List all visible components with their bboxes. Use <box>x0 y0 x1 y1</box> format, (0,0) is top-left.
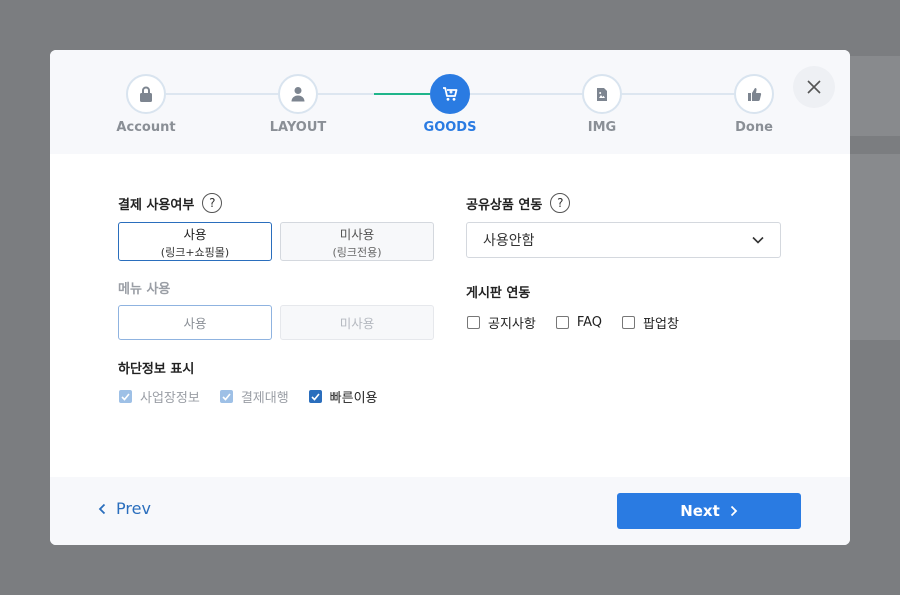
checkbox[interactable] <box>467 316 480 329</box>
check-icon <box>121 392 130 401</box>
next-button[interactable]: Next <box>617 493 801 529</box>
step-goods[interactable]: GOODS <box>400 74 500 135</box>
close-button[interactable] <box>793 66 835 108</box>
check-icon <box>311 392 320 401</box>
background-panel <box>850 56 900 136</box>
step-done[interactable]: Done <box>704 74 804 135</box>
board-checks: 공지사항 FAQ 팝업창 <box>467 313 699 332</box>
footer-info-checks: 사업장정보 결제대행 빠른이용 <box>119 387 398 406</box>
checkbox-quick-use[interactable]: 빠른이용 <box>308 387 378 406</box>
checkbox-faq[interactable]: FAQ <box>555 315 602 330</box>
check-icon <box>222 392 231 401</box>
lock-icon <box>126 74 166 114</box>
step-layout[interactable]: LAYOUT <box>248 74 348 135</box>
user-icon <box>278 74 318 114</box>
payment-label: 결제 사용여부 ? <box>118 193 223 213</box>
step-label: LAYOUT <box>269 120 327 135</box>
checkbox-business-info[interactable]: 사업장정보 <box>119 387 200 406</box>
chevron-down-icon <box>752 236 764 244</box>
step-account[interactable]: Account <box>96 74 196 135</box>
checkbox[interactable] <box>219 390 233 403</box>
checkbox-payment-agent[interactable]: 결제대행 <box>219 387 289 406</box>
menu-label: 메뉴 사용 <box>118 282 171 297</box>
chevron-right-icon <box>730 505 738 517</box>
step-label: Done <box>735 120 773 135</box>
payment-use-button[interactable]: 사용 (링크+쇼핑몰) <box>118 222 272 261</box>
prev-button[interactable]: Prev <box>98 499 151 518</box>
checkbox[interactable] <box>308 390 322 403</box>
checkbox[interactable] <box>555 316 569 329</box>
step-label: GOODS <box>423 120 477 135</box>
image-file-icon <box>582 74 622 114</box>
thumbs-up-icon <box>734 74 774 114</box>
board-label: 게시판 연동 <box>466 286 531 301</box>
help-icon[interactable]: ? <box>202 193 223 213</box>
cart-icon <box>430 74 470 114</box>
wizard-header: Account LAYOUT GOODS IMG Done <box>50 50 850 154</box>
shared-goods-select[interactable]: 사용안함 <box>466 222 781 258</box>
payment-unused-button[interactable]: 미사용 (링크전용) <box>280 222 434 261</box>
step-label: IMG <box>587 120 617 135</box>
checkbox[interactable] <box>119 390 132 403</box>
help-icon[interactable]: ? <box>550 193 571 213</box>
menu-unused-button[interactable]: 미사용 <box>280 305 434 340</box>
footer-info-label: 하단정보 표시 <box>118 362 195 377</box>
step-img[interactable]: IMG <box>552 74 652 135</box>
close-icon <box>807 80 821 94</box>
setup-wizard-modal: Account LAYOUT GOODS IMG Done 결제 사용여부 ? … <box>50 50 850 545</box>
chevron-left-icon <box>98 503 106 514</box>
background-panel <box>850 154 900 340</box>
checkbox[interactable] <box>622 316 636 329</box>
menu-use-button[interactable]: 사용 <box>118 305 272 340</box>
checkbox-popup[interactable]: 팝업창 <box>622 313 679 332</box>
shared-goods-label: 공유상품 연동 ? <box>466 193 571 213</box>
step-label: Account <box>116 120 176 135</box>
checkbox-notice[interactable]: 공지사항 <box>467 313 536 332</box>
